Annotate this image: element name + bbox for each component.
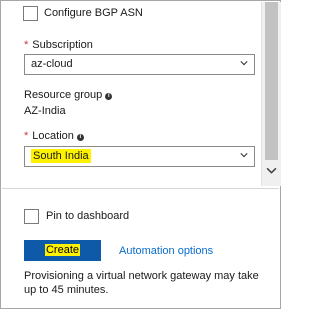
required-marker: * <box>24 39 29 51</box>
provisioning-note: Provisioning a virtual network gateway m… <box>24 270 259 296</box>
pin-to-dashboard-checkbox[interactable] <box>24 209 39 224</box>
subscription-label-text: Subscription <box>32 39 93 51</box>
info-icon[interactable]: i <box>76 134 84 141</box>
create-button[interactable]: Create <box>24 240 101 261</box>
resource-group-label: Resource group i <box>24 89 113 101</box>
subscription-value: az-cloud <box>31 58 73 70</box>
required-marker: * <box>24 130 29 142</box>
location-label: * Location i <box>24 130 84 142</box>
footer-divider <box>2 188 279 189</box>
chevron-down-icon <box>240 61 248 66</box>
blade-panel: Configure BGP ASN * Subscription az-cloud… <box>0 0 281 309</box>
bgp-asn-label: Configure BGP ASN <box>44 7 143 19</box>
create-button-label: Create <box>44 244 81 256</box>
subscription-dropdown[interactable]: az-cloud <box>24 54 255 75</box>
location-value: South India <box>31 149 91 163</box>
scrollbar-thumb[interactable] <box>265 2 278 160</box>
chevron-down-icon <box>240 153 248 158</box>
form-scroll-area: Configure BGP ASN * Subscription az-cloud… <box>2 2 260 182</box>
scroll-down-arrow-icon[interactable] <box>266 165 277 176</box>
location-dropdown[interactable]: South India <box>24 146 255 167</box>
bgp-asn-checkbox[interactable] <box>23 6 38 21</box>
automation-options-link[interactable]: Automation options <box>119 245 213 257</box>
pin-to-dashboard-label: Pin to dashboard <box>46 210 130 222</box>
resource-group-value: AZ-India <box>24 105 66 117</box>
info-icon[interactable]: i <box>105 93 113 100</box>
location-label-text: Location <box>32 130 74 142</box>
vertical-scrollbar[interactable] <box>261 2 281 186</box>
resource-group-label-text: Resource group <box>24 89 103 101</box>
subscription-label: * Subscription <box>24 39 93 51</box>
